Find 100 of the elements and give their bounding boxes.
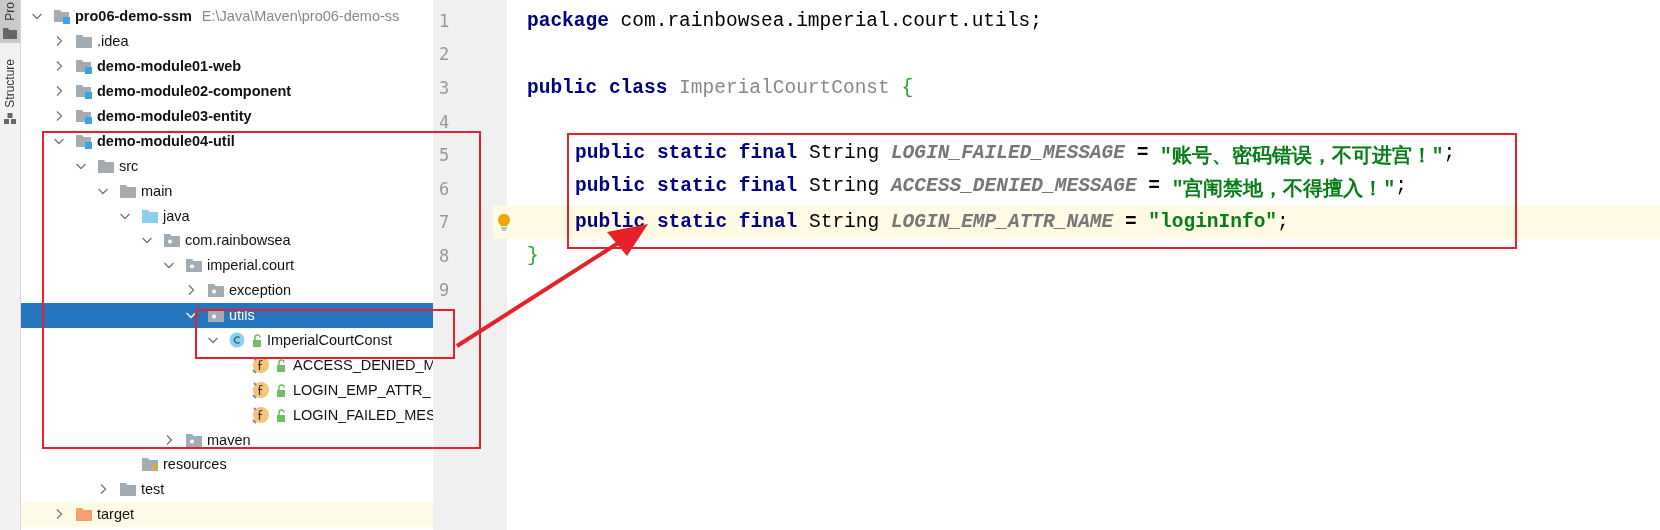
tree-item-label: LOGIN_EMP_ATTR_	[293, 381, 431, 398]
tree-item-label: exception	[229, 282, 292, 299]
tree-row[interactable]: exception	[21, 277, 433, 303]
tree-row[interactable]: pro06-demo-ssm E:\Java\Maven\pro06-demo-ss	[21, 4, 433, 29]
line-number: 8	[438, 245, 451, 266]
tree-item-label: main	[141, 182, 173, 199]
module-folder-icon	[53, 8, 71, 25]
folder-icon	[141, 207, 159, 224]
side-tab[interactable]: Structure	[0, 56, 20, 130]
tree-item-label: demo-module01-web	[97, 58, 242, 75]
tree-row[interactable]: LOGIN_FAILED_MES	[21, 402, 433, 428]
code-token: ACCESS_DENIED_MESSAGE	[890, 175, 1137, 200]
code-token: ;	[1443, 141, 1456, 166]
line-number: 9	[438, 279, 451, 300]
resources-folder-icon	[141, 456, 159, 473]
code-token: "宫闱禁地，不得擅入！"	[1171, 176, 1396, 203]
line-number: 5	[438, 145, 451, 166]
project-path: E:\Java\Maven\pro06-demo-ss	[201, 8, 400, 25]
tree-item-label: imperial.court	[207, 257, 295, 274]
structure-icon	[4, 113, 16, 126]
tree-item-label: maven	[207, 431, 251, 448]
tree-row[interactable]: test	[21, 476, 433, 502]
code-token: static	[656, 211, 728, 234]
code-token: ;	[1395, 175, 1407, 200]
package-folder-icon	[163, 232, 181, 249]
code-token: ImperialCourtConst	[679, 77, 890, 99]
tree-row[interactable]: demo-module02-component	[21, 78, 433, 104]
line-number: 1	[438, 10, 451, 31]
code-token: final	[738, 141, 798, 166]
tree-item-label: ACCESS_DENIED_M	[293, 356, 436, 373]
folder-icon	[3, 26, 17, 39]
tree-item-label: demo-module03-entity	[97, 108, 252, 124]
line-number: 3	[438, 78, 451, 98]
line-number: 2	[438, 44, 451, 65]
code-token: =	[1148, 175, 1161, 200]
code-token: }	[527, 244, 539, 267]
code-token: String	[809, 211, 880, 234]
folder-icon	[75, 33, 93, 50]
tree-row[interactable]: demo-module01-web	[21, 53, 433, 79]
class-icon	[229, 332, 263, 348]
tree-row[interactable]: src	[21, 153, 433, 179]
lightbulb-icon[interactable]	[497, 213, 511, 232]
code-token: final	[738, 175, 798, 200]
tree-row[interactable]: target	[21, 501, 433, 527]
tree-row[interactable]: utils	[21, 302, 433, 328]
code-token: LOGIN_EMP_ATTR_NAME	[890, 211, 1114, 234]
code-token: public	[575, 141, 646, 166]
tree-item-label: utils	[229, 307, 255, 324]
code-token: "loginInfo"	[1148, 211, 1278, 234]
tree-row[interactable]: demo-module03-entity	[21, 103, 433, 129]
code-token: LOGIN_FAILED_MESSAGE	[890, 141, 1125, 166]
code-token: static	[656, 175, 728, 200]
package-folder-icon	[185, 257, 203, 274]
tree-item-label: com.rainbowsea	[185, 232, 291, 249]
code-token: =	[1136, 141, 1149, 166]
code-token: "账号、密码错误，不可进宫！"	[1160, 143, 1444, 169]
tree-item-label: test	[141, 481, 165, 498]
tree-item-label: java	[163, 207, 190, 224]
tree-row[interactable]: java	[21, 203, 433, 228]
line-number: 6	[438, 178, 451, 199]
tree-item-label: resources	[163, 456, 227, 473]
package-folder-icon	[207, 282, 225, 299]
side-tab[interactable]: Pro	[0, 0, 20, 43]
code-token: com.rainbowsea.imperial.court.utils;	[620, 9, 1042, 32]
tree-row[interactable]: ACCESS_DENIED_M	[21, 352, 433, 378]
code-token: class	[608, 77, 668, 99]
code-token: ;	[1277, 211, 1289, 234]
tree-item-label: demo-module04-util	[97, 132, 235, 149]
code-token: static	[656, 141, 728, 166]
code-token: {	[901, 77, 914, 99]
code-token: final	[738, 211, 798, 234]
tree-row[interactable]: maven	[21, 427, 433, 453]
tree-row[interactable]: com.rainbowsea	[21, 228, 433, 253]
tree-item-label: target	[97, 506, 135, 523]
tree-row[interactable]: resources	[21, 452, 433, 477]
code-token: String	[809, 175, 880, 200]
tree-row[interactable]: LOGIN_EMP_ATTR_	[21, 377, 433, 403]
tree-row[interactable]: demo-module04-util	[21, 128, 433, 154]
code-token: String	[809, 141, 880, 166]
tree-item-label: ImperialCourtConst	[267, 332, 392, 348]
package-folder-icon	[185, 431, 203, 448]
code-token: package	[527, 9, 609, 32]
tree-item-label: pro06-demo-ssm	[75, 8, 192, 25]
line-number: 4	[438, 111, 451, 132]
module-folder-icon	[75, 108, 93, 124]
tree-row[interactable]: main	[21, 178, 433, 204]
tree-item-label: .idea	[97, 33, 129, 50]
folder-icon	[119, 481, 137, 498]
tree-row[interactable]: imperial.court	[21, 252, 433, 278]
module-folder-icon	[75, 83, 93, 100]
line-number: 7	[438, 212, 451, 233]
code-token: =	[1124, 211, 1137, 234]
folder-icon	[97, 157, 115, 174]
tree-item-label: src	[119, 157, 139, 174]
tree-row[interactable]: .idea	[21, 28, 433, 54]
module-folder-icon	[75, 132, 93, 149]
code-token: public	[527, 77, 598, 99]
tree-row[interactable]: ImperialCourtConst	[21, 327, 433, 353]
folder-icon	[75, 506, 93, 523]
code-token: public	[575, 211, 646, 234]
